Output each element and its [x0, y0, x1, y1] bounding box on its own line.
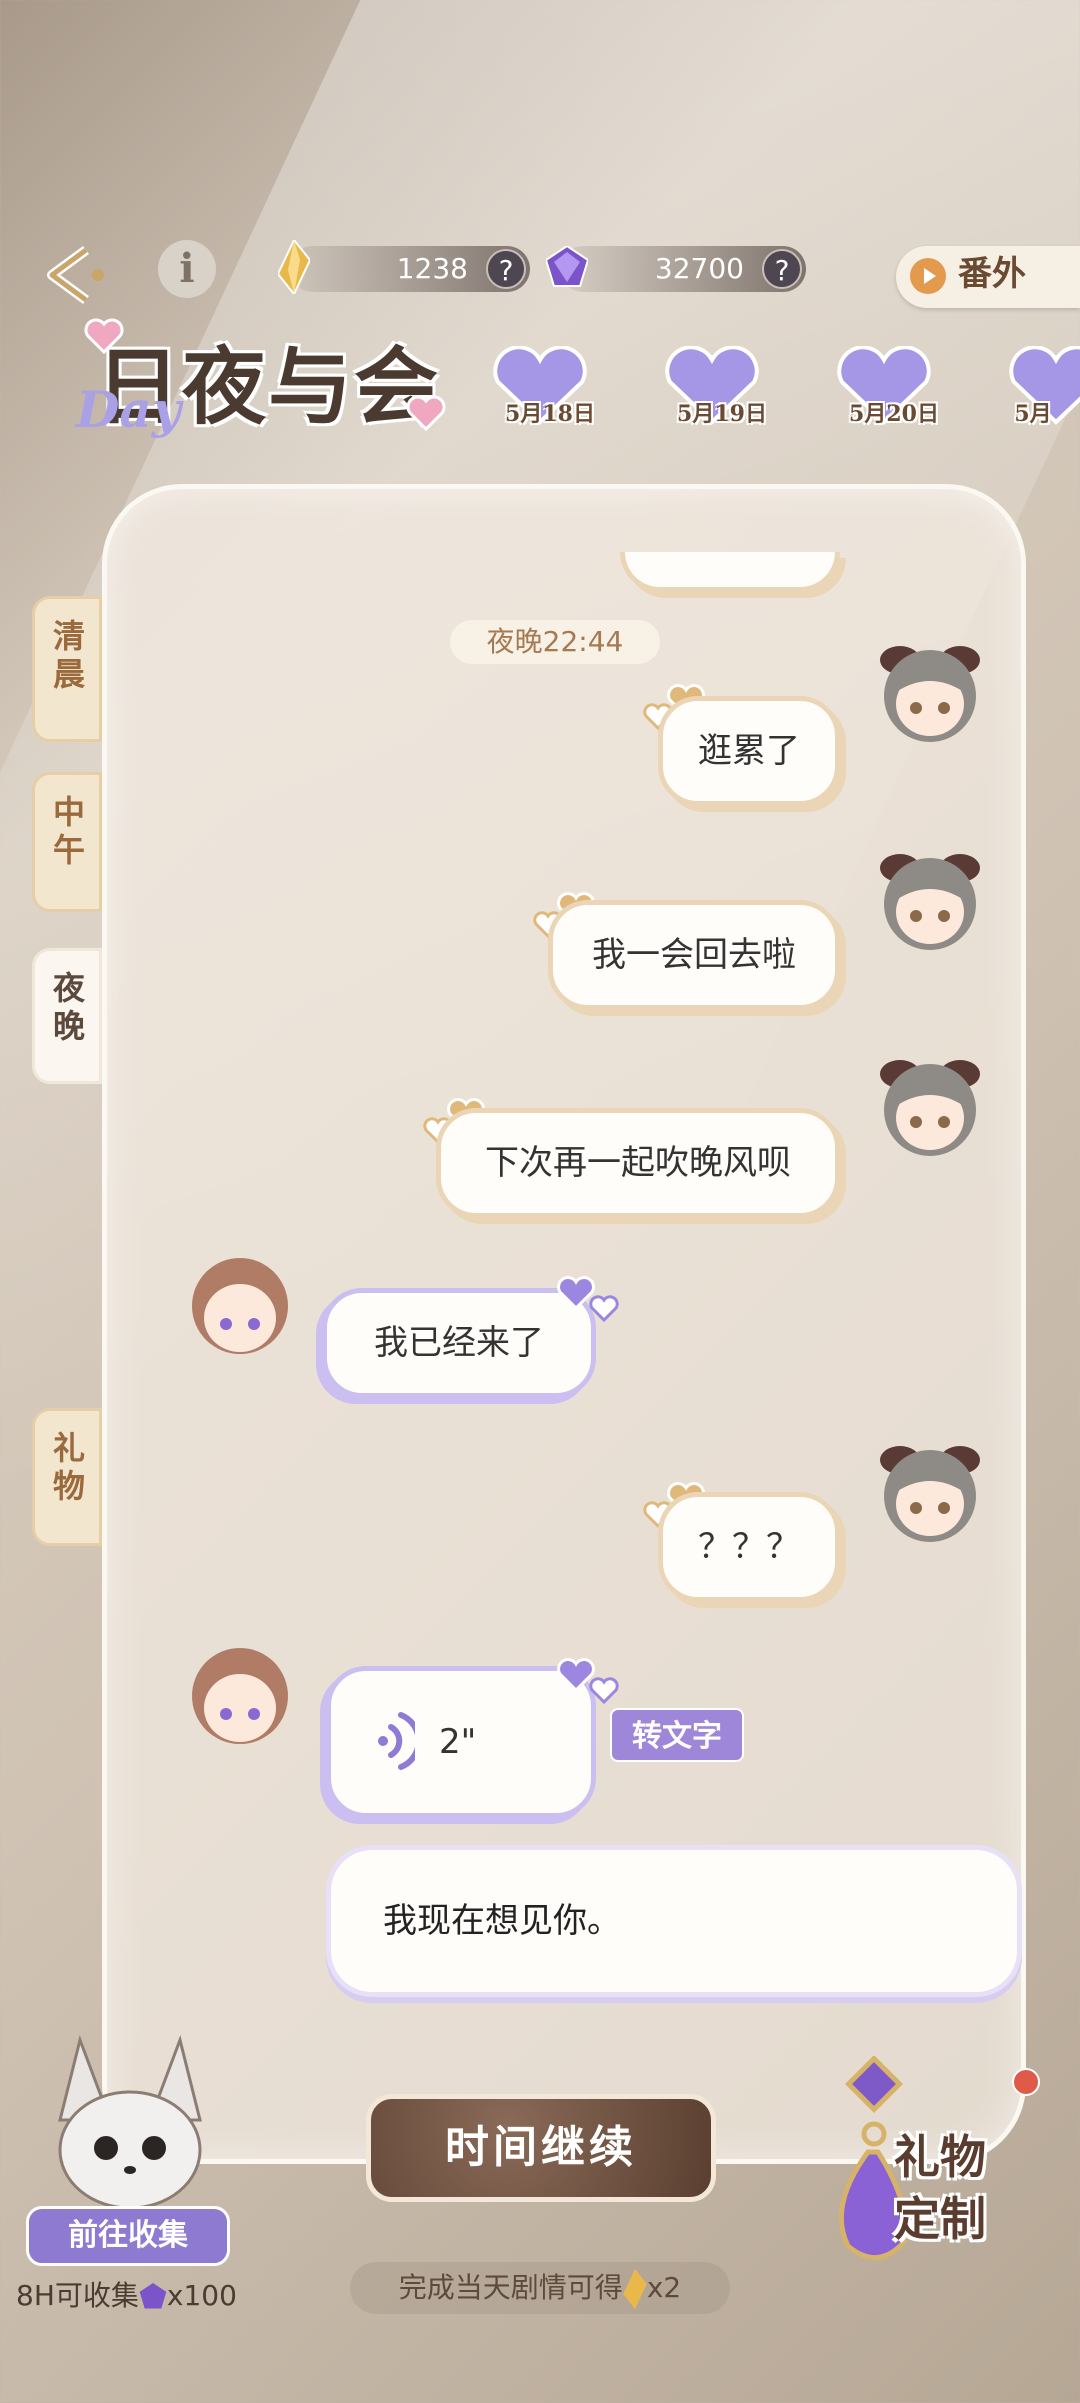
- date-tab-label: 5月18日: [505, 401, 595, 427]
- date-tab-label: 5月: [1014, 401, 1052, 427]
- reward-note: 完成当天剧情可得 x2: [350, 2262, 730, 2314]
- chat-timestamp: 夜晚22:44: [450, 620, 660, 664]
- purple-currency: 32700 ?: [546, 246, 806, 292]
- purple-amount: 32700: [654, 252, 744, 285]
- continue-time-button[interactable]: 时间继续: [366, 2094, 716, 2202]
- tab-gift-label: 礼物: [48, 1431, 86, 1507]
- purple-hearts-icon: [557, 1276, 619, 1323]
- info-button[interactable]: i: [158, 240, 216, 298]
- go-collect-button[interactable]: 前往收集: [26, 2206, 230, 2266]
- tab-morning[interactable]: 清晨: [32, 596, 102, 742]
- collect-note: 8H可收集 x100: [16, 2274, 256, 2314]
- gift-custom-label: 礼物 定制: [894, 2130, 986, 2246]
- to-text-button[interactable]: 转文字: [610, 1708, 744, 1762]
- gold-crystal-icon: [622, 2269, 647, 2309]
- previous-message-bubble: [620, 552, 840, 592]
- extra-episode-button[interactable]: 番外: [896, 246, 1080, 308]
- chat-bubble-me: ？？？: [658, 1492, 840, 1602]
- gold-currency: 1238 ?: [278, 240, 530, 294]
- gold-help-button[interactable]: ?: [486, 249, 526, 289]
- event-logo: 日夜与会 Day: [36, 300, 456, 450]
- reward-note-text: 完成当天剧情可得: [398, 2271, 623, 2304]
- collect-note-count: x100: [166, 2279, 237, 2312]
- tab-noon[interactable]: 中午: [32, 772, 102, 912]
- date-tab-next[interactable]: 5月: [986, 346, 1080, 428]
- date-tab-label: 5月19日: [677, 401, 767, 427]
- extra-episode-label: 番外: [958, 254, 1026, 294]
- purple-gem-icon: [546, 246, 588, 287]
- tab-night[interactable]: 夜晚: [32, 948, 102, 1084]
- date-tab-0518[interactable]: 5月18日: [470, 346, 610, 428]
- tab-morning-label: 清晨: [48, 619, 86, 695]
- date-tab-label: 5月20日: [849, 401, 939, 427]
- purple-gem-icon: [139, 2283, 167, 2309]
- fox-mascot-icon: [58, 2034, 202, 2210]
- player-avatar: [880, 646, 980, 742]
- purple-hearts-icon: [557, 1658, 619, 1705]
- player-avatar: [880, 1060, 980, 1156]
- voice-duration: 2": [439, 1722, 477, 1762]
- reward-count: x2: [646, 2271, 682, 2304]
- chat-bubble-me: 下次再一起吹晚风呗: [436, 1108, 840, 1218]
- contact-avatar: [192, 1648, 288, 1744]
- chat-bubble-me: 逛累了: [658, 696, 840, 806]
- heart-icon: [406, 395, 446, 431]
- purple-help-button[interactable]: ?: [762, 249, 802, 289]
- tab-night-label: 夜晚: [48, 971, 86, 1047]
- notification-dot: [1012, 2068, 1040, 2096]
- player-avatar: [880, 1446, 980, 1542]
- logo-script: Day: [76, 380, 181, 439]
- tab-gift[interactable]: 礼物: [32, 1408, 102, 1546]
- play-icon: [910, 258, 946, 294]
- voice-wave-icon: [378, 1712, 415, 1770]
- collect-note-prefix: 8H可收集: [16, 2279, 139, 2312]
- player-avatar: [880, 854, 980, 950]
- voice-transcript-bubble: 我现在想见你。: [326, 1845, 1022, 1997]
- gold-crystal-icon: [278, 240, 310, 294]
- tab-noon-label: 中午: [48, 795, 86, 871]
- contact-avatar: [192, 1258, 288, 1354]
- date-tab-0519[interactable]: 5月19日: [642, 346, 782, 428]
- date-tab-0520[interactable]: 5月20日: [814, 346, 954, 428]
- gold-amount: 1238: [396, 252, 468, 285]
- chat-bubble-me: 我一会回去啦: [548, 900, 840, 1010]
